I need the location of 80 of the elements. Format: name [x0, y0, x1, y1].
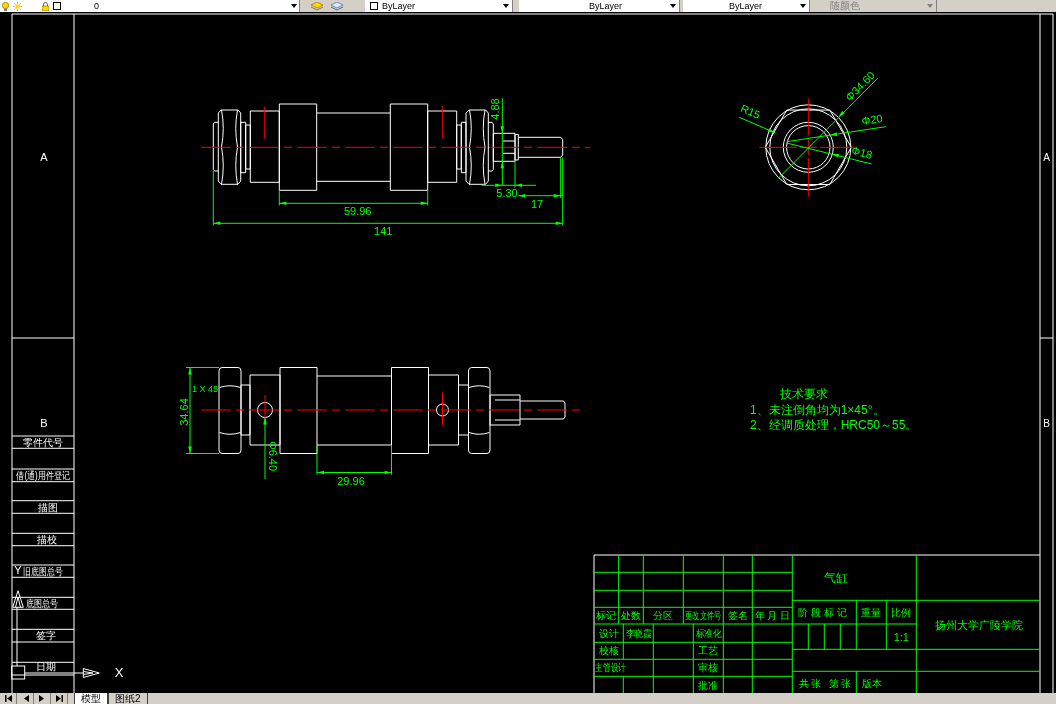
column-header: 阶段标记: [798, 606, 851, 618]
lock-icon: [42, 1, 49, 11]
layout-tab[interactable]: 图纸2: [108, 693, 148, 704]
row-label: 日期: [36, 661, 56, 672]
row-label: 标准化: [695, 627, 721, 640]
color-dropdown[interactable]: ByLayer: [365, 0, 513, 12]
lineweight-dropdown[interactable]: ByLayer: [683, 0, 810, 12]
dimension-text: 1 X 45: [192, 384, 219, 394]
dimension-text: R15: [738, 102, 763, 121]
color-swatch-icon: [53, 2, 61, 10]
stack-icon: [331, 1, 343, 11]
row-label: 描图: [37, 501, 58, 513]
center-mark: [263, 106, 265, 140]
dimension-text: Φ18: [850, 144, 874, 161]
dimension-text: 141: [374, 225, 393, 237]
row-label: 校核: [598, 645, 619, 657]
row-label: 主管设计: [595, 662, 626, 674]
triangle-right-icon: [38, 695, 46, 702]
axis-label: X: [114, 664, 124, 680]
column-header: 分区: [653, 610, 674, 622]
dimension-text: 17: [530, 197, 544, 210]
part-name: 气缸: [824, 571, 848, 585]
caret-icon: [927, 4, 933, 8]
zone-label: A: [40, 151, 48, 163]
zone-label: B: [40, 417, 48, 429]
row-label: 设计: [598, 627, 619, 639]
row-label: 签字: [36, 630, 56, 642]
lightbulb-icon: [2, 1, 9, 11]
dimension-line: [263, 417, 267, 480]
skip-left-icon: [4, 695, 12, 702]
row-label: 批准: [698, 679, 719, 691]
organization-name: 扬州大学广陵学院: [934, 619, 1023, 631]
dimension-text: 34.64: [177, 398, 190, 426]
zone-label: B: [1043, 417, 1050, 429]
caret-icon: [800, 4, 806, 8]
caret-icon: [670, 4, 676, 8]
row-label: 零件代号: [23, 436, 63, 448]
center-mark: [442, 392, 443, 426]
color-swatch-icon: [370, 2, 378, 10]
sun-icon: [13, 1, 22, 11]
column-header: 年 月 日: [754, 610, 791, 622]
hole-outline: [436, 403, 449, 417]
layers-icon: [311, 1, 323, 11]
column-header: 标记: [596, 610, 617, 622]
axis-label: Y: [14, 564, 22, 576]
notes-title: 技术要求: [780, 387, 828, 401]
dimension-text: 5.30: [496, 186, 518, 199]
dimension-text: Φ6.40: [267, 440, 279, 472]
sheet-label: 第 张: [828, 678, 852, 689]
center-mark: [441, 105, 443, 140]
hole-outline: [257, 402, 273, 418]
sheet-label: 共 张: [798, 678, 822, 689]
version-label: 版本: [862, 678, 882, 689]
scale-value: 1:1: [893, 631, 909, 643]
skip-right-icon: [55, 695, 63, 702]
column-header: 更改文件号: [684, 609, 722, 622]
caret-icon: [503, 4, 509, 8]
zone-label: A: [1043, 151, 1050, 163]
layer-dropdown[interactable]: 0: [0, 0, 300, 12]
row-label: 旧底图总号: [23, 565, 63, 577]
linetype-dropdown[interactable]: ByLayer: [519, 0, 680, 12]
column-header: 处数: [621, 610, 641, 622]
dimension-text: 59.96: [343, 205, 372, 217]
row-label: 工艺: [698, 645, 719, 657]
triangle-left-icon: [21, 695, 29, 702]
dimension-text: 4.88: [488, 98, 501, 120]
caret-icon: [291, 4, 297, 8]
column-header: 重量: [861, 606, 882, 618]
row-label: 审核: [698, 662, 719, 674]
column-header: 比例: [891, 606, 912, 618]
dimension-text: Φ20: [860, 112, 884, 127]
dimension-text: 29.96: [337, 475, 365, 487]
designer-name: 李晓霞: [625, 627, 651, 640]
note-text: 1、未注倒角均为1×45°。: [750, 402, 885, 417]
row-label: 借(通)用件登记: [16, 469, 70, 481]
row-label: 描校: [37, 534, 57, 545]
layout-tab[interactable]: 模型: [74, 693, 108, 704]
row-label: 底图总号: [26, 597, 58, 609]
note-text: 2、经调质处理，HRC50～55。: [750, 418, 918, 432]
column-header: 签名: [727, 610, 748, 622]
